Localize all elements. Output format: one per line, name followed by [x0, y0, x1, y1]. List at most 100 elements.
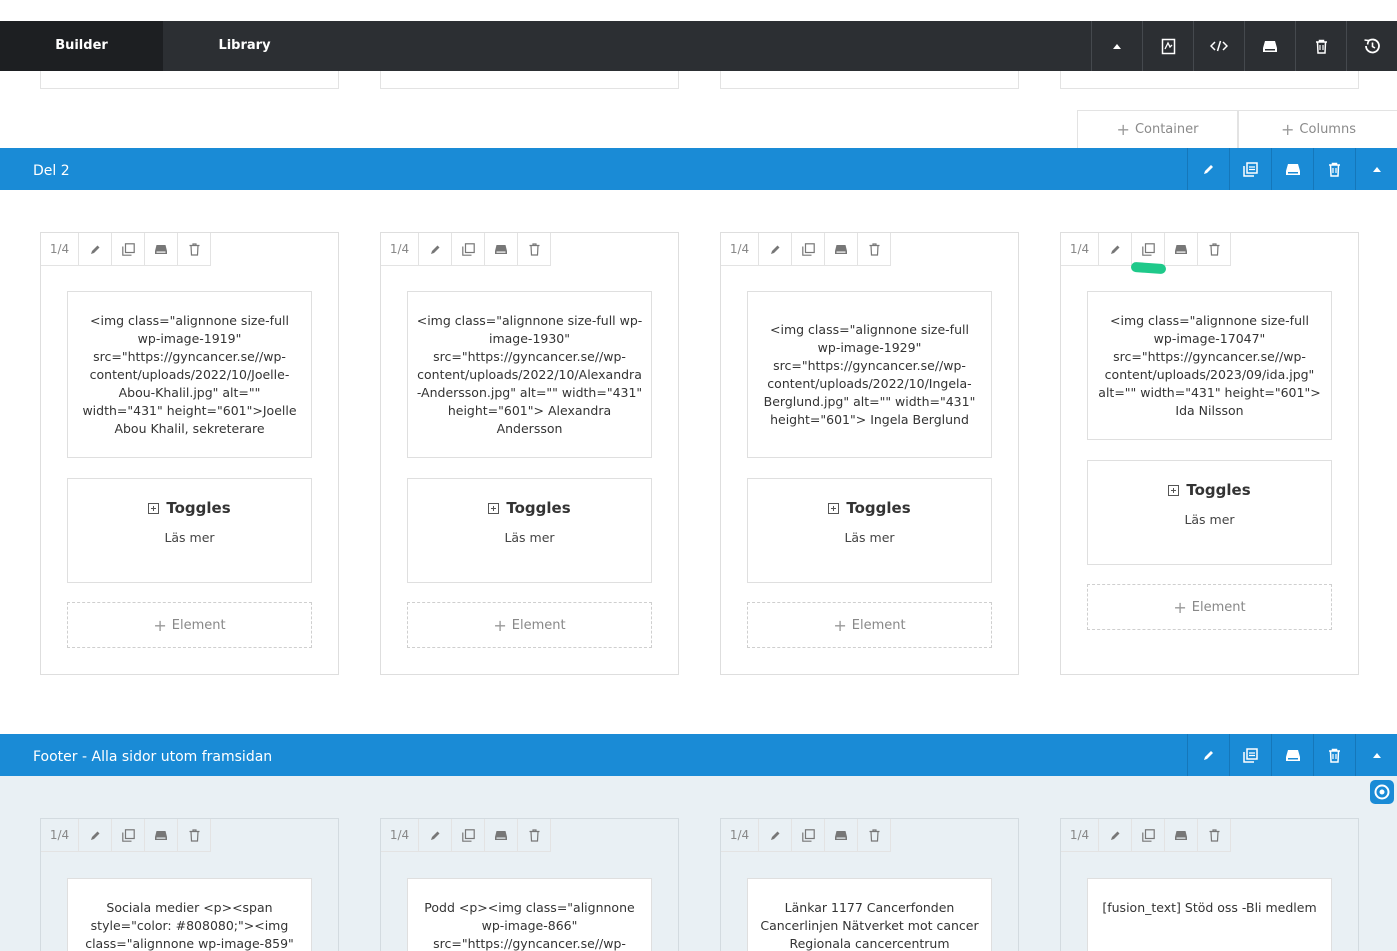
clone-column-button[interactable] [452, 819, 485, 852]
page-template-button[interactable] [1142, 21, 1193, 71]
column[interactable]: 1/4 <img class="alignnone size-full wp-i… [40, 232, 339, 675]
help-button[interactable] [1370, 780, 1394, 804]
text-block-element[interactable]: Länkar 1177 Cancerfonden Cancerlinjen Nä… [747, 878, 992, 951]
save-column-button[interactable] [485, 233, 518, 266]
column[interactable]: 1/4 <img class="alignnone size-full wp-i… [1060, 232, 1359, 675]
container-header-footer[interactable]: Footer - Alla sidor utom framsidan [0, 734, 1397, 776]
text-block-element[interactable]: <img class="alignnone size-full wp-image… [67, 291, 312, 458]
edit-column-button[interactable] [759, 819, 792, 852]
column-size-button[interactable]: 1/4 [41, 819, 79, 852]
edit-column-button[interactable] [419, 819, 452, 852]
add-columns-button[interactable]: + Columns [1238, 110, 1397, 148]
column-size-button[interactable]: 1/4 [721, 233, 759, 266]
save-column-button[interactable] [145, 233, 178, 266]
delete-column-button[interactable] [858, 819, 891, 852]
edit-container-button[interactable] [1187, 148, 1229, 190]
column-size-button[interactable]: 1/4 [41, 233, 79, 266]
column-size-button[interactable]: 1/4 [1061, 819, 1099, 852]
container-title[interactable]: Del 2 [33, 148, 70, 194]
delete-column-button[interactable] [518, 819, 551, 852]
column[interactable]: 1/4 Länkar 1177 Cancerfonden Cancerlinje… [720, 818, 1019, 951]
trash-icon [189, 828, 199, 842]
delete-column-button[interactable] [178, 819, 211, 852]
save-column-button[interactable] [485, 819, 518, 852]
add-element-button[interactable]: + Element [407, 602, 652, 648]
delete-column-button[interactable] [178, 233, 211, 266]
clone-column-button[interactable] [792, 233, 825, 266]
toggles-element[interactable]: Toggles Läs mer [67, 478, 312, 583]
text-block-element[interactable]: <img class="alignnone size-full wp-image… [747, 291, 992, 458]
column-size-button[interactable]: 1/4 [1061, 233, 1099, 266]
container-header-del-2[interactable]: Del 2 [0, 148, 1397, 190]
save-column-button[interactable] [825, 819, 858, 852]
text-block-content: Sociala medier <p><span style="color: #8… [85, 900, 294, 951]
text-block-element[interactable]: Podd <p><img class="alignnone wp-image-8… [407, 878, 652, 951]
column[interactable]: 1/4 <img class="alignnone size-full wp-i… [720, 232, 1019, 675]
save-column-button[interactable] [1165, 233, 1198, 266]
clear-layout-button[interactable] [1295, 21, 1346, 71]
text-block-element[interactable]: [fusion_text] Stöd oss -Bli medlem [1087, 878, 1332, 951]
toggles-subtitle: Läs mer [504, 530, 555, 545]
topbar-tools [1091, 21, 1397, 71]
clone-column-button[interactable] [1132, 819, 1165, 852]
clone-column-button[interactable] [112, 819, 145, 852]
column-size-button[interactable]: 1/4 [721, 819, 759, 852]
toggle-container-button[interactable] [1355, 148, 1397, 190]
delete-column-button[interactable] [518, 233, 551, 266]
text-block-element[interactable]: <img class="alignnone size-full wp-image… [407, 291, 652, 458]
column[interactable]: 1/4 Podd <p><img class="alignnone wp-ima… [380, 818, 679, 951]
toggles-element[interactable]: Toggles Läs mer [1087, 460, 1332, 565]
add-element-button[interactable]: + Element [747, 602, 992, 648]
save-column-button[interactable] [145, 819, 178, 852]
add-element-button[interactable]: + Element [67, 602, 312, 648]
clone-column-button[interactable] [792, 819, 825, 852]
edit-column-button[interactable] [759, 233, 792, 266]
column[interactable]: 1/4 [fusion_text] Stöd oss -Bli medlem [1060, 818, 1359, 951]
clone-column-button[interactable] [112, 233, 145, 266]
save-column-button[interactable] [825, 233, 858, 266]
save-column-button[interactable] [1165, 819, 1198, 852]
text-block-element[interactable]: Sociala medier <p><span style="color: #8… [67, 878, 312, 951]
edit-column-button[interactable] [1099, 233, 1132, 266]
delete-column-button[interactable] [858, 233, 891, 266]
add-element-button[interactable]: + Element [1087, 584, 1332, 630]
text-block-content: Länkar 1177 Cancerfonden Cancerlinjen Nä… [760, 900, 979, 951]
save-layout-button[interactable] [1244, 21, 1295, 71]
column[interactable]: 1/4 <img class="alignnone size-full wp-i… [380, 232, 679, 675]
clone-icon [801, 828, 815, 842]
clone-column-button[interactable] [1132, 233, 1165, 266]
clone-container-button[interactable] [1229, 734, 1271, 776]
edit-container-button[interactable] [1187, 734, 1229, 776]
trash-icon [1315, 39, 1327, 54]
history-button[interactable] [1346, 21, 1397, 71]
toggle-container-button[interactable] [1355, 734, 1397, 776]
edit-column-button[interactable] [79, 819, 112, 852]
clone-container-button[interactable] [1229, 148, 1271, 190]
column[interactable]: 1/4 Sociala medier <p><span style="color… [40, 818, 339, 951]
column-size-button[interactable]: 1/4 [381, 233, 419, 266]
toggles-element[interactable]: Toggles Läs mer [407, 478, 652, 583]
toggles-element[interactable]: Toggles Läs mer [747, 478, 992, 583]
edit-column-button[interactable] [1099, 819, 1132, 852]
text-block-element[interactable]: <img class="alignnone size-full wp-image… [1087, 291, 1332, 440]
clone-icon [801, 242, 815, 256]
tab-library[interactable]: Library [163, 21, 326, 71]
edit-column-button[interactable] [419, 233, 452, 266]
container-title[interactable]: Footer - Alla sidor utom framsidan [33, 734, 272, 780]
edit-column-button[interactable] [79, 233, 112, 266]
builder-topbar: Builder Library [0, 21, 1397, 80]
save-container-button[interactable] [1271, 148, 1313, 190]
delete-column-button[interactable] [1198, 233, 1231, 266]
add-container-button[interactable]: + Container [1077, 110, 1238, 148]
add-columns-label: Columns [1299, 122, 1356, 137]
save-container-button[interactable] [1271, 734, 1313, 776]
shortcode-button[interactable] [1193, 21, 1244, 71]
clone-column-button[interactable] [452, 233, 485, 266]
column-size-button[interactable]: 1/4 [381, 819, 419, 852]
plus-square-icon [1168, 484, 1180, 496]
delete-column-button[interactable] [1198, 819, 1231, 852]
delete-container-button[interactable] [1313, 148, 1355, 190]
tab-builder[interactable]: Builder [0, 21, 163, 80]
collapse-all-button[interactable] [1091, 21, 1142, 71]
delete-container-button[interactable] [1313, 734, 1355, 776]
